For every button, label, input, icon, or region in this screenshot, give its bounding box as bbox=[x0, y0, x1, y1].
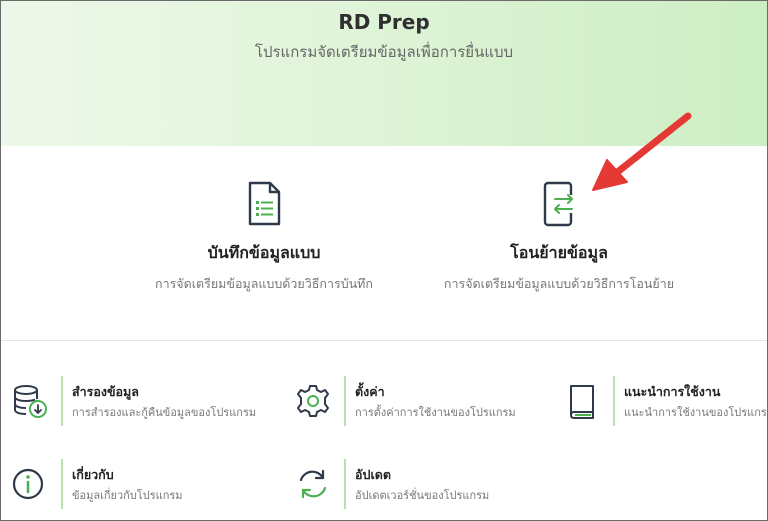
document-list-icon bbox=[248, 181, 281, 226]
app-title: RD Prep bbox=[338, 10, 430, 34]
transfer-data-option[interactable]: โอนย้ายข้อมูล การจัดเตรียมข้อมูลแบบด้วยว… bbox=[429, 181, 689, 294]
section-divider bbox=[1, 340, 767, 341]
record-data-description: การจัดเตรียมข้อมูลแบบด้วยวิธีการบันทึก bbox=[155, 276, 373, 291]
header-banner: RD Prep โปรแกรมจัดเตรียมข้อมูลเพื่อการยื… bbox=[1, 1, 767, 146]
settings-title: ตั้งค่า bbox=[355, 384, 385, 399]
tile-accent-bar bbox=[344, 459, 346, 509]
info-icon bbox=[12, 468, 44, 500]
user-guide-title: แนะนำการใช้งาน bbox=[624, 384, 721, 399]
update-title: อัปเดต bbox=[355, 467, 391, 482]
gear-icon bbox=[297, 385, 329, 417]
database-backup-icon bbox=[14, 385, 47, 418]
tile-accent-bar bbox=[61, 376, 63, 426]
transfer-data-title: โอนย้ายข้อมูล bbox=[510, 243, 608, 262]
about-title: เกี่ยวกับ bbox=[72, 467, 114, 482]
settings-description: การตั้งค่าการใช้งานของโปรแกรม bbox=[355, 406, 516, 419]
refresh-icon bbox=[299, 469, 327, 499]
record-data-option[interactable]: บันทึกข้อมูลแบบ การจัดเตรียมข้อมูลแบบด้ว… bbox=[134, 181, 394, 294]
book-icon bbox=[570, 385, 594, 419]
update-description: อัปเดตเวอร์ชั่นของโปรแกรม bbox=[355, 489, 490, 502]
transfer-data-description: การจัดเตรียมข้อมูลแบบด้วยวิธีการโอนย้าย bbox=[443, 276, 675, 291]
user-guide-description: แนะนำการใช้งานของโปรแกรม bbox=[624, 406, 768, 419]
transfer-device-icon bbox=[543, 181, 577, 227]
record-data-title: บันทึกข้อมูลแบบ bbox=[207, 243, 321, 262]
tile-accent-bar bbox=[61, 459, 63, 509]
app-window: RD Prep โปรแกรมจัดเตรียมข้อมูลเพื่อการยื… bbox=[0, 0, 768, 521]
backup-description: การสำรองและกู้คืนข้อมูลของโปรแกรม bbox=[72, 406, 257, 419]
app-subtitle: โปรแกรมจัดเตรียมข้อมูลเพื่อการยื่นแบบ bbox=[254, 43, 514, 61]
about-description: ข้อมูลเกี่ยวกับโปรแกรม bbox=[72, 489, 183, 502]
backup-title: สำรองข้อมูล bbox=[72, 384, 139, 399]
tile-accent-bar bbox=[613, 376, 615, 426]
tile-accent-bar bbox=[344, 376, 346, 426]
